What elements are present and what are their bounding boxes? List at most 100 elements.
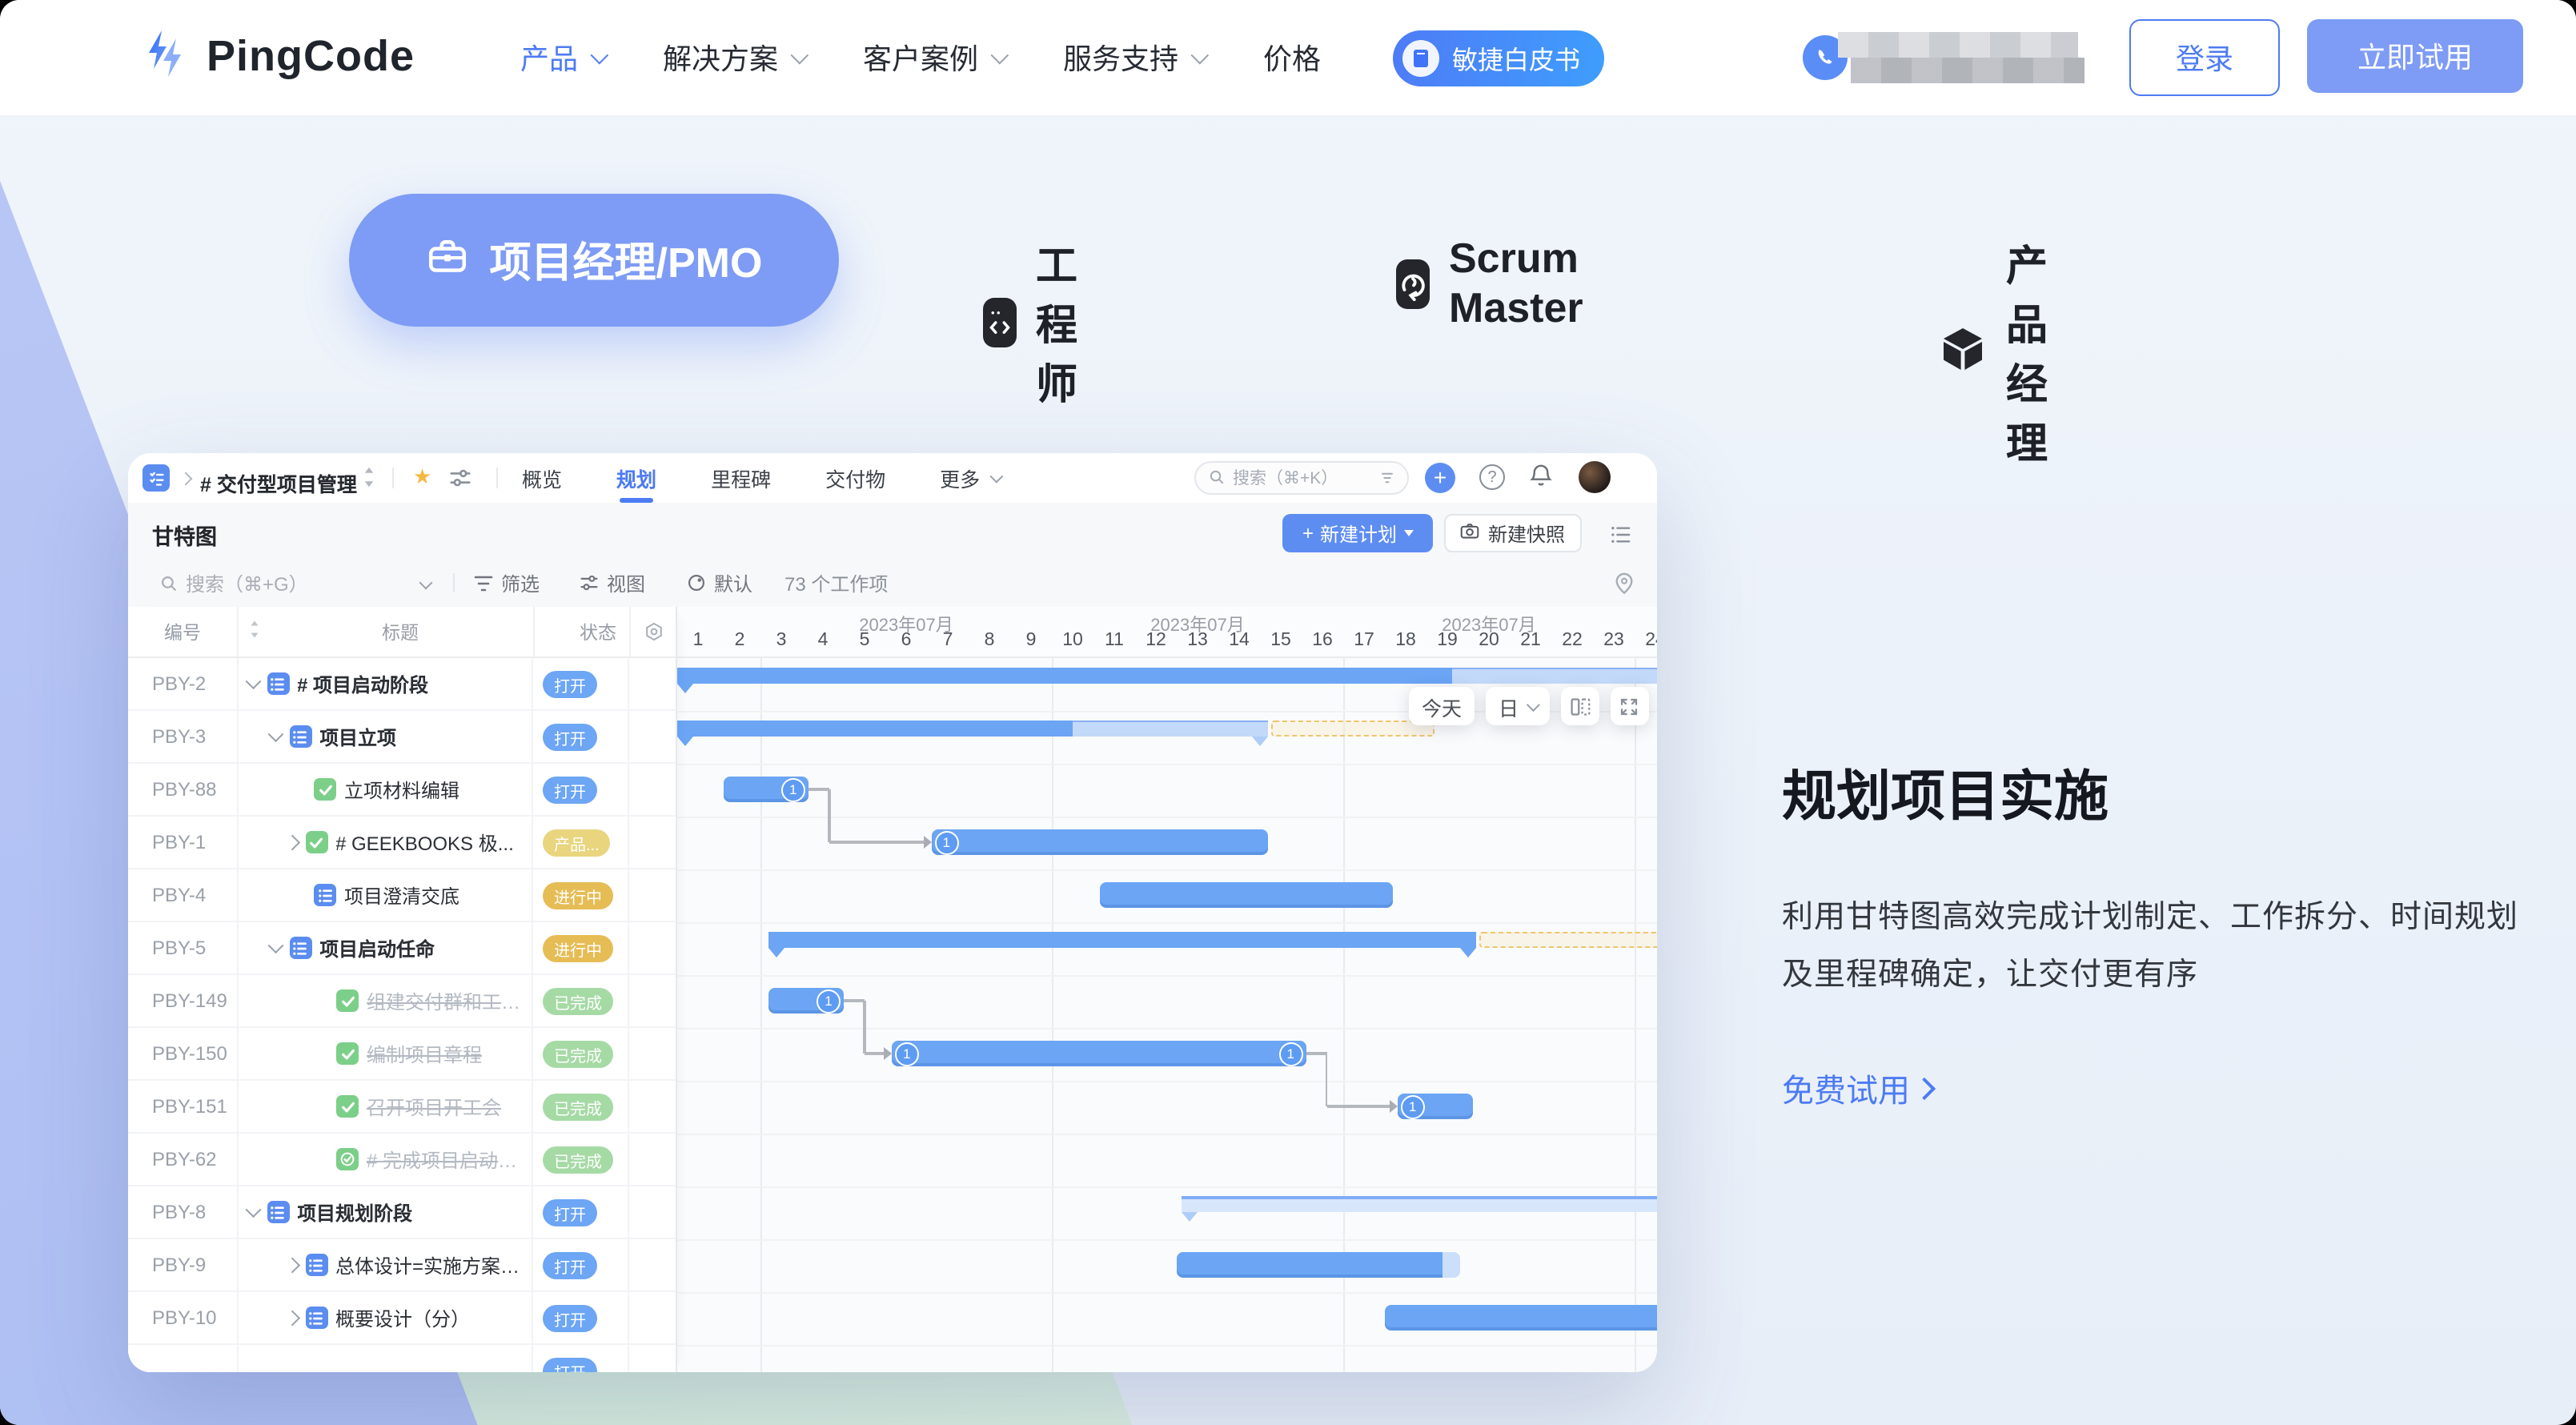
view-list-icon[interactable] bbox=[1611, 524, 1631, 552]
work-item-title-cell[interactable] bbox=[237, 1345, 532, 1372]
tune-icon[interactable] bbox=[448, 466, 472, 498]
table-row[interactable]: PBY-8项目规划阶段打开 bbox=[128, 1186, 676, 1239]
dependency-count-badge[interactable]: 1 bbox=[895, 1042, 919, 1066]
gantt-summary-bar-planned[interactable] bbox=[1451, 668, 1657, 684]
default-view-button[interactable]: 默认 bbox=[687, 559, 752, 607]
nav-item-products[interactable]: 产品 bbox=[520, 37, 604, 78]
column-header-title[interactable]: 标题 bbox=[237, 607, 533, 656]
locate-icon[interactable] bbox=[1614, 559, 1635, 607]
free-trial-link[interactable]: 免费试用 bbox=[1782, 1065, 1932, 1111]
tab-planning[interactable]: 规划 bbox=[616, 453, 656, 503]
nav-item-pricing[interactable]: 价格 bbox=[1263, 37, 1321, 78]
favorite-star-icon[interactable]: ★ bbox=[413, 464, 431, 490]
gantt-bar[interactable] bbox=[892, 1041, 1306, 1066]
table-row[interactable]: PBY-5项目启动任命进行中 bbox=[128, 922, 676, 975]
view-settings-button[interactable]: 视图 bbox=[580, 559, 645, 607]
tab-more[interactable]: 更多 bbox=[940, 453, 999, 503]
chevron-right-icon[interactable] bbox=[284, 1311, 299, 1325]
table-row[interactable]: PBY-2# 项目启动阶段打开 bbox=[128, 658, 676, 711]
fullscreen-icon[interactable] bbox=[1610, 687, 1648, 725]
persona-tab-product-manager[interactable]: 产品经理 bbox=[1939, 234, 2048, 471]
nav-item-cases[interactable]: 客户案例 bbox=[863, 37, 1004, 78]
project-folder-icon[interactable] bbox=[142, 464, 170, 492]
gantt-bar[interactable] bbox=[1385, 1305, 1657, 1331]
help-icon[interactable]: ? bbox=[1479, 464, 1505, 490]
chevron-down-icon[interactable] bbox=[268, 938, 283, 953]
new-snapshot-button[interactable]: 新建快照 bbox=[1444, 514, 1582, 552]
tab-overview[interactable]: 概览 bbox=[522, 453, 562, 503]
gantt-bar[interactable] bbox=[931, 829, 1268, 855]
whitepaper-badge[interactable]: 敏捷白皮书 bbox=[1393, 30, 1604, 86]
work-item-title-cell[interactable]: # 项目启动阶段 bbox=[237, 658, 532, 709]
chevron-down-icon[interactable] bbox=[421, 559, 431, 607]
table-settings-gear-icon[interactable] bbox=[629, 607, 676, 656]
gantt-bar[interactable] bbox=[1100, 882, 1394, 908]
work-item-title-cell[interactable]: 项目启动任命 bbox=[237, 922, 532, 973]
sort-updown-icon[interactable] bbox=[248, 620, 261, 644]
dependency-count-badge[interactable]: 1 bbox=[934, 830, 958, 854]
table-row[interactable]: PBY-1# GEEKBOOKS 极...产品... bbox=[128, 817, 676, 869]
search-filter-icon[interactable] bbox=[1380, 464, 1394, 492]
chevron-right-icon[interactable] bbox=[284, 835, 299, 849]
app-search-input[interactable]: 搜索（⌘+K） bbox=[1194, 461, 1409, 495]
gantt-summary-bar-planned[interactable] bbox=[1073, 721, 1268, 737]
table-row[interactable]: PBY-3项目立项打开 bbox=[128, 711, 676, 764]
table-row[interactable]: 打开 bbox=[128, 1345, 676, 1372]
filter-button[interactable]: 筛选 bbox=[474, 559, 540, 607]
gantt-search-input[interactable]: 搜索（⌘+G） bbox=[160, 559, 308, 607]
dependency-count-badge[interactable]: 1 bbox=[1278, 1042, 1302, 1066]
nav-item-support[interactable]: 服务支持 bbox=[1063, 37, 1204, 78]
split-view-icon[interactable] bbox=[1560, 687, 1599, 725]
persona-tab-engineer[interactable]: 工程师 bbox=[983, 234, 1093, 411]
sort-updown-icon[interactable] bbox=[362, 466, 376, 496]
table-row[interactable]: PBY-9总体设计=实施方案（...打开 bbox=[128, 1239, 676, 1292]
dependency-count-badge[interactable]: 1 bbox=[781, 777, 805, 801]
try-now-button[interactable]: 立即试用 bbox=[2307, 19, 2523, 93]
work-item-title-cell[interactable]: 组建交付群和工作台 bbox=[237, 975, 532, 1026]
work-item-title-cell[interactable]: 召开项目开工会 bbox=[237, 1081, 532, 1132]
table-row[interactable]: PBY-4项目澄清交底进行中 bbox=[128, 869, 676, 922]
gantt-summary-bar[interactable] bbox=[677, 668, 1451, 684]
new-plan-button[interactable]: +新建计划 bbox=[1282, 514, 1433, 552]
work-item-title-cell[interactable]: 项目澄清交底 bbox=[237, 869, 532, 921]
today-button[interactable]: 今天 bbox=[1409, 687, 1475, 725]
status-badge[interactable]: 打开 bbox=[543, 1357, 597, 1372]
logo[interactable]: PingCode bbox=[141, 27, 415, 86]
work-item-title-cell[interactable]: 概要设计（分） bbox=[237, 1292, 532, 1343]
work-item-title-cell[interactable]: 总体设计=实施方案（... bbox=[237, 1239, 532, 1291]
table-row[interactable]: PBY-151召开项目开工会已完成 bbox=[128, 1081, 676, 1134]
chevron-down-icon[interactable] bbox=[268, 727, 283, 741]
time-unit-dropdown[interactable]: 日 bbox=[1486, 687, 1549, 725]
status-badge[interactable]: 打开 bbox=[543, 1251, 597, 1278]
persona-tab-scrum-master[interactable]: Scrum Master bbox=[1396, 234, 1599, 333]
work-item-title-cell[interactable]: 项目立项 bbox=[237, 711, 532, 762]
column-header-status[interactable]: 状态 bbox=[533, 607, 629, 656]
table-row[interactable]: PBY-150编制项目章程已完成 bbox=[128, 1028, 676, 1081]
work-item-title-cell[interactable]: 立项材料编辑 bbox=[237, 764, 532, 815]
gantt-summary-bar[interactable] bbox=[677, 721, 1073, 737]
dependency-count-badge[interactable]: 1 bbox=[1401, 1094, 1425, 1118]
status-badge[interactable]: 打开 bbox=[543, 723, 597, 750]
status-badge[interactable]: 进行中 bbox=[543, 934, 613, 961]
bell-icon[interactable] bbox=[1529, 463, 1553, 496]
tab-milestones[interactable]: 里程碑 bbox=[711, 453, 771, 503]
table-row[interactable]: PBY-88立项材料编辑打开 bbox=[128, 764, 676, 817]
login-button[interactable]: 登录 bbox=[2129, 19, 2280, 96]
table-row[interactable]: PBY-10概要设计（分）打开 bbox=[128, 1292, 676, 1345]
status-badge[interactable]: 已完成 bbox=[543, 1146, 613, 1173]
gantt-bar[interactable] bbox=[1177, 1252, 1443, 1278]
chevron-down-icon[interactable] bbox=[246, 1202, 260, 1217]
work-item-title-cell[interactable]: # 完成项目启动阶段... bbox=[237, 1134, 532, 1185]
chevron-down-icon[interactable] bbox=[246, 674, 260, 688]
column-header-id[interactable]: 编号 bbox=[128, 619, 237, 644]
status-badge[interactable]: 打开 bbox=[543, 1304, 597, 1331]
work-item-title-cell[interactable]: # GEEKBOOKS 极... bbox=[237, 817, 532, 868]
avatar[interactable] bbox=[1579, 461, 1611, 493]
status-badge[interactable]: 已完成 bbox=[543, 1093, 613, 1120]
table-row[interactable]: PBY-62# 完成项目启动阶段...已完成 bbox=[128, 1134, 676, 1186]
status-badge[interactable]: 产品... bbox=[543, 829, 611, 856]
tab-deliverables[interactable]: 交付物 bbox=[825, 453, 885, 503]
work-item-title-cell[interactable]: 编制项目章程 bbox=[237, 1028, 532, 1079]
work-item-title-cell[interactable]: 项目规划阶段 bbox=[237, 1186, 532, 1238]
status-badge[interactable]: 打开 bbox=[543, 1198, 597, 1226]
